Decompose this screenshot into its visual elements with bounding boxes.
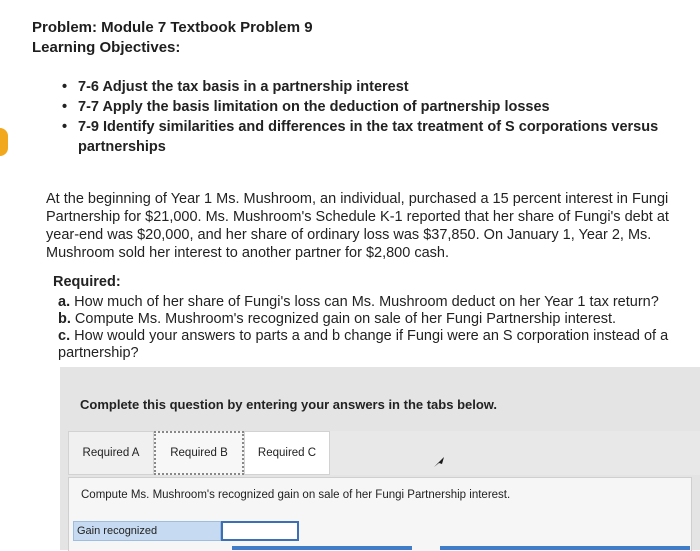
tab-content-required-b: Compute Ms. Mushroom's recognized gain o… <box>68 477 692 551</box>
part-text: How much of her share of Fungi's loss ca… <box>74 294 659 310</box>
tab-bar-filler <box>330 431 700 475</box>
problem-title: Problem: Module 7 Textbook Problem 9 <box>32 19 313 36</box>
required-part-b: b. Compute Ms. Mushroom's recognized gai… <box>58 311 688 328</box>
part-text: Compute Ms. Mushroom's recognized gain o… <box>74 311 617 327</box>
required-parts-list: a. How much of her share of Fungi's loss… <box>58 294 688 362</box>
mouse-cursor-icon <box>434 457 444 467</box>
required-part-c: c. How would your answers to parts a and… <box>58 328 688 362</box>
tab-required-a[interactable]: Required A <box>68 431 154 475</box>
tab-required-b[interactable]: Required B <box>154 431 244 475</box>
part-label: a. <box>58 294 71 310</box>
part-label: c. <box>58 328 71 344</box>
learning-objectives-list: 7-6 Adjust the tax basis in a partnershi… <box>60 77 690 157</box>
objective-item: 7-6 Adjust the tax basis in a partnershi… <box>60 77 690 97</box>
problem-text: At the beginning of Year 1 Ms. Mushroom,… <box>46 191 669 261</box>
header: Problem: Module 7 Textbook Problem 9 Lea… <box>32 18 313 58</box>
gain-recognized-label: Gain recognized <box>73 521 221 541</box>
bottom-nav-bar <box>440 546 690 550</box>
part-label: b. <box>58 311 71 327</box>
left-accent-marker <box>0 128 8 156</box>
required-title: Required: <box>53 274 121 290</box>
objective-item: 7-7 Apply the basis limitation on the de… <box>60 97 690 117</box>
bottom-nav-bar <box>232 546 412 550</box>
part-text: How would your answers to parts a and b … <box>58 328 669 361</box>
gain-recognized-input[interactable] <box>221 521 299 541</box>
content-instruction: Compute Ms. Mushroom's recognized gain o… <box>81 489 511 501</box>
question-panel: Complete this question by entering your … <box>60 367 700 551</box>
tab-required-c[interactable]: Required C <box>244 431 330 475</box>
objective-item: 7-9 Identify similarities and difference… <box>60 117 690 157</box>
objectives-title: Learning Objectives: <box>32 39 181 56</box>
panel-instruction: Complete this question by entering your … <box>80 397 498 412</box>
required-part-a: a. How much of her share of Fungi's loss… <box>58 294 688 311</box>
